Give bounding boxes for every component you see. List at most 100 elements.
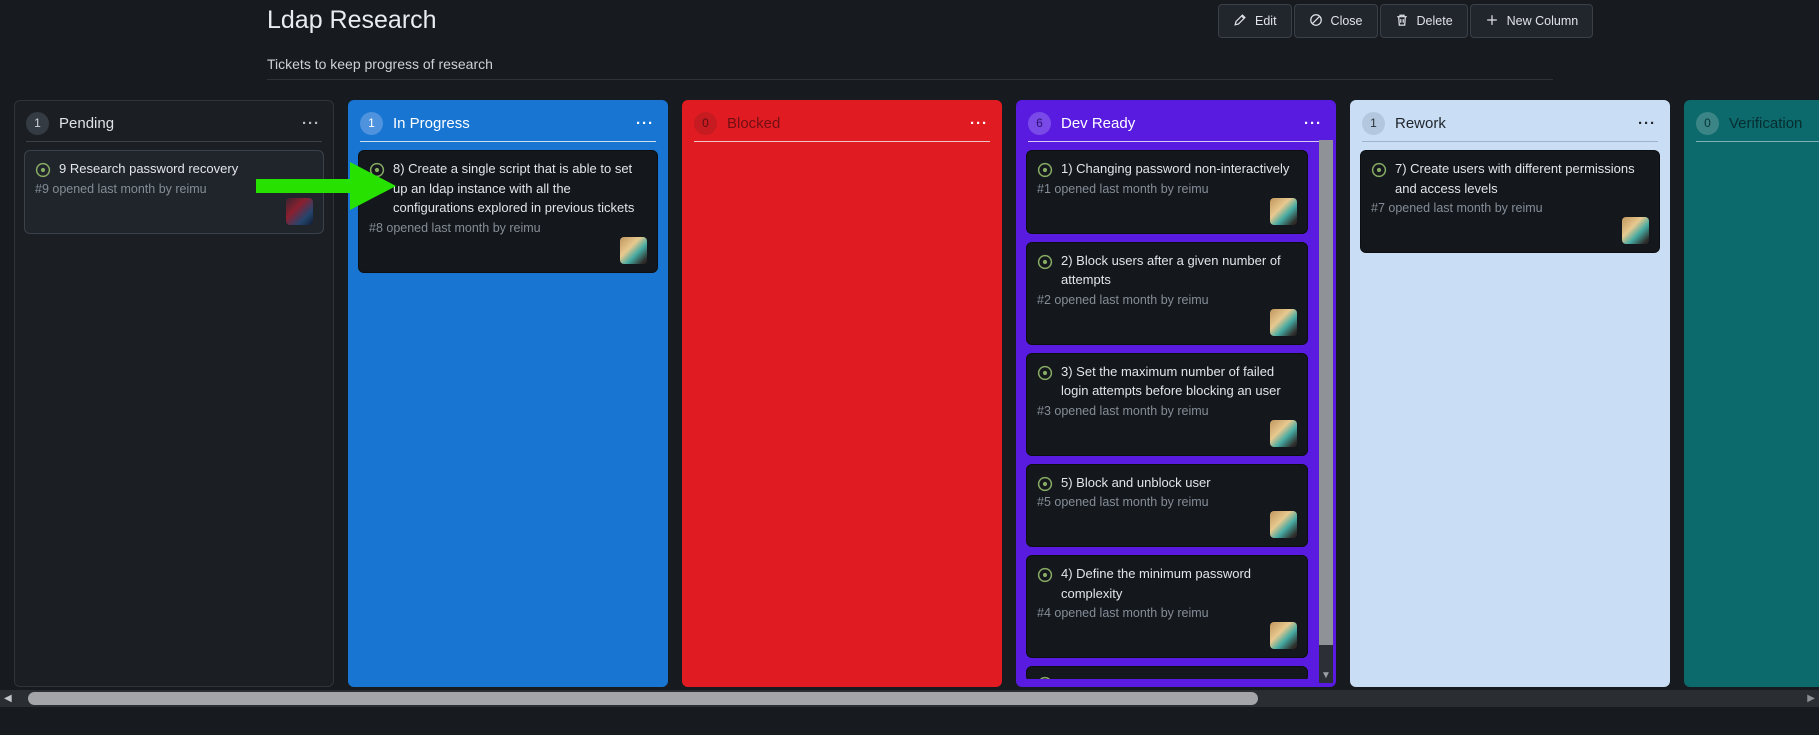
card-meta: #9 opened last month by reimu <box>35 182 313 196</box>
card-title: 7) Create users with different permissio… <box>1395 159 1649 198</box>
card-title-row: 5) Block and unblock user <box>1037 473 1297 493</box>
circle-slash-icon <box>1309 13 1323 30</box>
column-header: 0Verification··· <box>1694 108 1819 138</box>
column-scrollbar-thumb[interactable] <box>1319 140 1333 645</box>
column-rework: 1Rework···7) Create users with different… <box>1350 100 1670 687</box>
cards-list: 1) Changing password non-interactively#1… <box>1026 150 1308 679</box>
new-column-button[interactable]: New Column <box>1470 4 1594 38</box>
card-meta: #8 opened last month by reimu <box>369 221 647 235</box>
issue-card[interactable]: 2) Block users after a given number of a… <box>1026 242 1308 345</box>
close-button-label: Close <box>1331 14 1363 28</box>
issue-open-icon <box>369 162 385 178</box>
avatar <box>620 237 647 264</box>
column-menu-button[interactable]: ··· <box>300 115 322 132</box>
column-title: In Progress <box>393 115 624 132</box>
column-count-badge: 0 <box>694 112 717 135</box>
column-title: Pending <box>59 115 290 132</box>
plus-icon <box>1485 13 1499 30</box>
issue-card[interactable]: 9 Research password recovery #9 opened la… <box>24 150 324 234</box>
column-divider <box>1362 141 1658 142</box>
column-divider <box>1028 141 1324 142</box>
column-title: Rework <box>1395 115 1626 132</box>
cards-list: 7) Create users with different permissio… <box>1360 150 1660 679</box>
delete-button-label: Delete <box>1417 14 1453 28</box>
column-count-badge: 1 <box>26 112 49 135</box>
cards-list <box>1694 150 1819 679</box>
issue-card[interactable]: 5) Block and unblock user#5 opened last … <box>1026 464 1308 548</box>
column-header: 1 In Progress ··· <box>358 108 658 138</box>
column-divider <box>26 141 322 142</box>
issue-card[interactable]: 8) Create a single script that is able t… <box>358 150 658 273</box>
card-title-row: 7) Create users with different permissio… <box>1371 159 1649 198</box>
card-meta: #7 opened last month by reimu <box>1371 201 1649 215</box>
page-subtitle: Tickets to keep progress of research <box>267 56 493 72</box>
issue-open-icon <box>1037 676 1053 679</box>
column-menu-button[interactable]: ··· <box>1302 115 1324 132</box>
issue-open-icon <box>1037 254 1053 270</box>
board-toolbar: Edit Close Delete New Column <box>1218 4 1593 38</box>
issue-open-icon <box>1371 162 1387 178</box>
avatar <box>286 198 313 225</box>
column-header: 1 Pending ··· <box>24 108 324 138</box>
column-title: Blocked <box>727 115 958 132</box>
issue-card[interactable]: 4) Define the minimum password complexit… <box>1026 555 1308 658</box>
card-title-row: 4) Define the minimum password complexit… <box>1037 564 1297 603</box>
card-title-row: 2) Block users after a given number of a… <box>1037 251 1297 290</box>
column-scrollbar[interactable]: ▼ <box>1319 140 1333 683</box>
issue-open-icon <box>1037 162 1053 178</box>
issue-open-icon <box>35 162 51 178</box>
card-title: 9 Research password recovery <box>59 159 238 179</box>
issue-card[interactable]: 3) Set the maximum number of failed logi… <box>1026 353 1308 456</box>
avatar <box>1270 309 1297 336</box>
card-title-row: 1) Changing password non-interactively <box>1037 159 1297 179</box>
card-title-row <box>1037 673 1297 679</box>
issue-card[interactable]: 1) Changing password non-interactively#1… <box>1026 150 1308 234</box>
horizontal-scrollbar[interactable]: ◀ ▶ <box>0 690 1819 707</box>
card-meta: #3 opened last month by reimu <box>1037 404 1297 418</box>
column-header: 0 Blocked ··· <box>692 108 992 138</box>
column-verification: 0Verification··· <box>1684 100 1819 687</box>
cards-list: 9 Research password recovery #9 opened la… <box>24 150 324 679</box>
delete-button[interactable]: Delete <box>1380 4 1468 38</box>
trash-icon <box>1395 13 1409 30</box>
page-title: Ldap Research <box>267 6 437 35</box>
avatar <box>1270 198 1297 225</box>
card-title: 2) Block users after a given number of a… <box>1061 251 1297 290</box>
column-divider <box>694 141 990 142</box>
issue-card[interactable] <box>1026 666 1308 679</box>
avatar <box>1622 217 1649 244</box>
column-dev-ready: 6 Dev Ready ··· 1) Changing password non-in… <box>1016 100 1336 687</box>
column-header: 1Rework··· <box>1360 108 1660 138</box>
edit-button-label: Edit <box>1255 14 1277 28</box>
column-pending: 1 Pending ··· 9 Research password recovery #… <box>14 100 334 687</box>
column-menu-button[interactable]: ··· <box>634 115 656 132</box>
close-button[interactable]: Close <box>1294 4 1378 38</box>
column-count-badge: 0 <box>1696 112 1719 135</box>
column-menu-button[interactable]: ··· <box>1636 115 1658 132</box>
cards-list <box>692 150 992 679</box>
column-divider <box>360 141 656 142</box>
avatar <box>1270 622 1297 649</box>
column-menu-button[interactable]: ··· <box>968 115 990 132</box>
scroll-down-arrow-icon[interactable]: ▼ <box>1319 668 1333 683</box>
horizontal-scrollbar-thumb[interactable] <box>28 692 1258 705</box>
card-title: 1) Changing password non-interactively <box>1061 159 1289 179</box>
new-column-button-label: New Column <box>1507 14 1579 28</box>
scroll-left-arrow-icon[interactable]: ◀ <box>4 690 12 707</box>
column-count-badge: 6 <box>1028 112 1051 135</box>
pencil-icon <box>1233 13 1247 30</box>
scroll-right-arrow-icon[interactable]: ▶ <box>1807 690 1815 707</box>
card-title: 4) Define the minimum password complexit… <box>1061 564 1297 603</box>
column-header: 6 Dev Ready ··· <box>1026 108 1326 138</box>
edit-button[interactable]: Edit <box>1218 4 1292 38</box>
column-divider <box>1696 141 1819 142</box>
column-count-badge: 1 <box>360 112 383 135</box>
card-title-row: 8) Create a single script that is able t… <box>369 159 647 218</box>
column-title: Dev Ready <box>1061 115 1292 132</box>
issue-open-icon <box>1037 365 1053 381</box>
cards-list: 8) Create a single script that is able t… <box>358 150 658 679</box>
issue-card[interactable]: 7) Create users with different permissio… <box>1360 150 1660 253</box>
column-blocked: 0 Blocked ··· <box>682 100 1002 687</box>
issue-open-icon <box>1037 476 1053 492</box>
board: 1 Pending ··· 9 Research password recovery #… <box>14 100 1819 687</box>
